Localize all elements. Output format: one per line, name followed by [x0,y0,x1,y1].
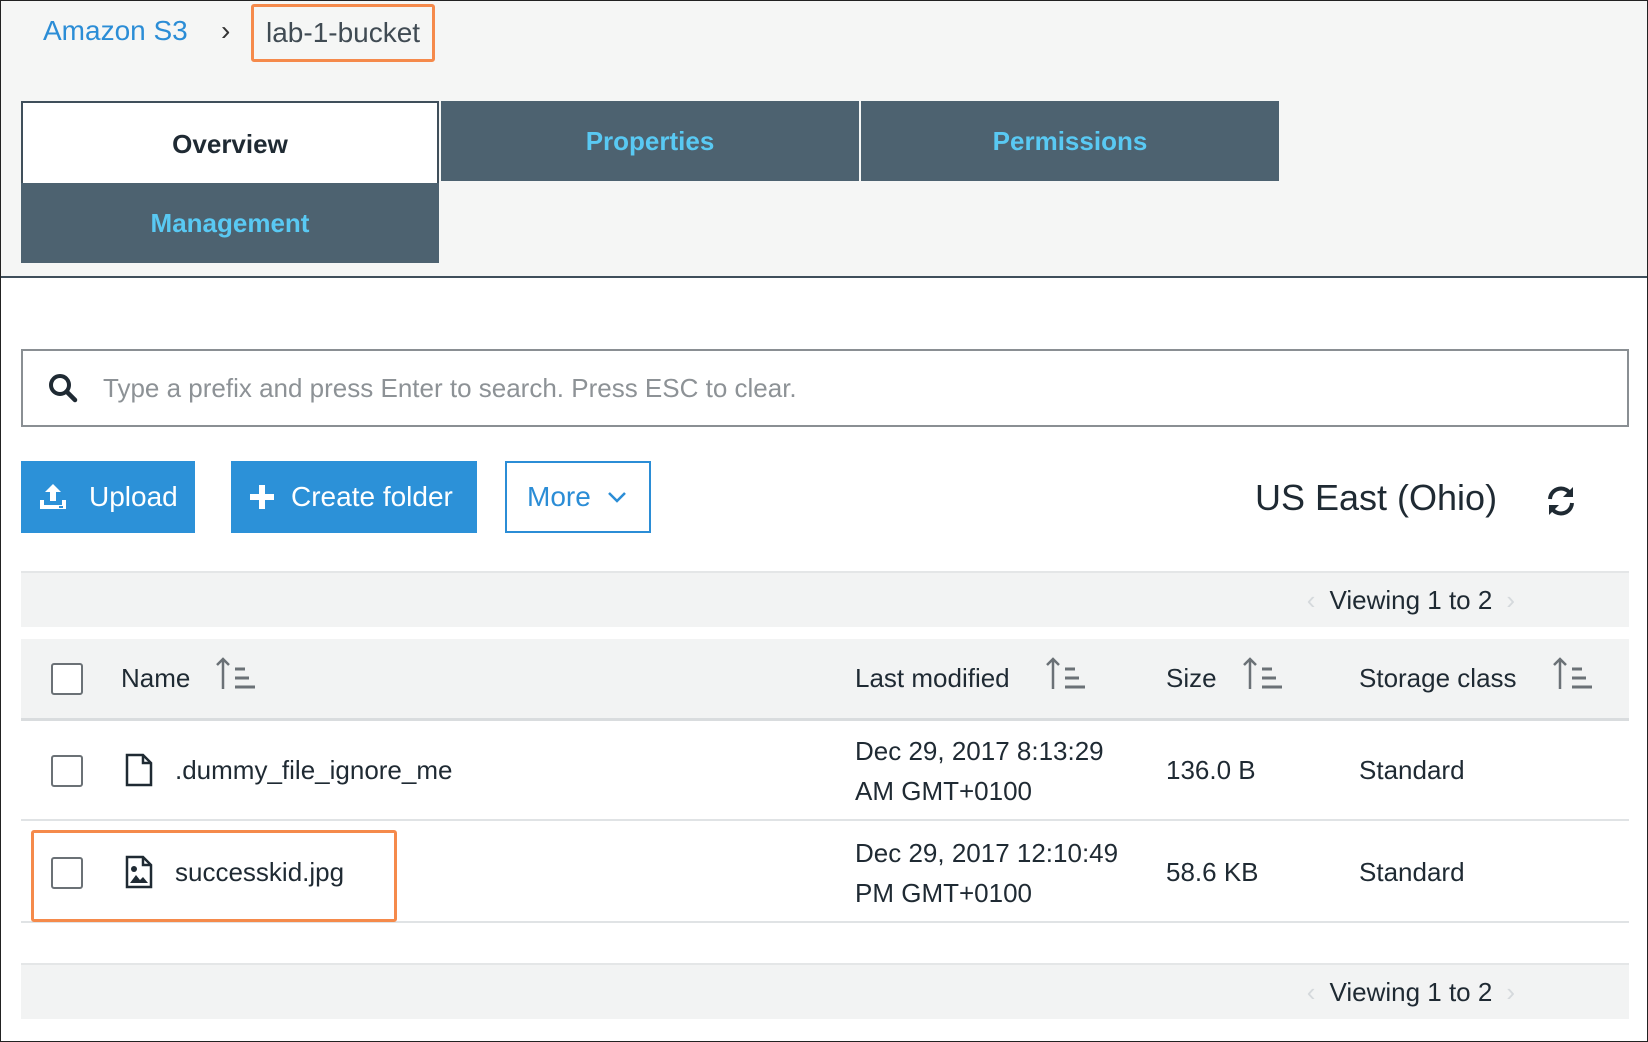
search-input[interactable] [103,358,1627,418]
search-box [21,349,1629,427]
pager-prev-icon[interactable]: ‹ [1307,585,1316,616]
create-folder-label: Create folder [291,481,453,512]
s3-bucket-view: Amazon S3 › lab-1-bucket Overview Proper… [0,0,1648,1042]
tab-management[interactable]: Management [21,183,439,263]
last-modified-line1: Dec 29, 2017 8:13:29 [855,736,1104,766]
row-checkbox[interactable] [51,857,83,889]
last-modified-line2: AM GMT+0100 [855,776,1033,806]
pager-bottom: ‹ Viewing 1 to 2 › [21,963,1629,1019]
pager-next-icon[interactable]: › [1506,977,1515,1008]
more-dropdown-button[interactable]: More [505,461,651,533]
breadcrumb-current-bucket: lab-1-bucket [251,4,436,62]
region-label: US East (Ohio) [1255,477,1498,518]
storage-class: Standard [1359,857,1465,887]
file-name[interactable]: successkid.jpg [175,857,344,888]
file-name[interactable]: .dummy_file_ignore_me [175,755,452,786]
more-label: More [527,481,591,512]
column-name[interactable]: Name [121,663,190,694]
select-all-checkbox[interactable] [51,663,83,695]
header-band: Amazon S3 › lab-1-bucket Overview Proper… [1,1,1647,278]
last-modified-line1: Dec 29, 2017 12:10:49 [855,838,1119,868]
pager-range: Viewing 1 to 2 [1329,585,1493,615]
row-checkbox[interactable] [51,755,83,787]
tab-properties[interactable]: Properties [441,101,859,181]
sort-icon[interactable] [215,655,257,693]
last-modified-line2: PM GMT+0100 [855,878,1033,908]
document-icon [125,753,153,787]
tab-overview[interactable]: Overview [21,101,439,185]
sort-icon[interactable] [1242,655,1284,693]
column-storage-class[interactable]: Storage class [1359,663,1517,694]
pager-top: ‹ Viewing 1 to 2 › [21,571,1629,627]
breadcrumb-amazon-s3[interactable]: Amazon S3 [43,15,188,47]
breadcrumb-separator-icon: › [221,15,231,46]
sort-icon[interactable] [1552,655,1594,693]
file-size: 136.0 B [1166,755,1256,785]
table-row[interactable]: .dummy_file_ignore_me Dec 29, 2017 8:13:… [21,721,1629,821]
tab-permissions[interactable]: Permissions [861,101,1279,181]
refresh-icon[interactable] [1544,484,1578,518]
table-header: Name Last modified Size Storage class [21,639,1629,721]
storage-class: Standard [1359,755,1465,785]
pager-range: Viewing 1 to 2 [1329,977,1493,1007]
chevron-down-icon [607,492,626,503]
table-row[interactable]: successkid.jpg Dec 29, 2017 12:10:49 PM … [21,823,1629,923]
column-last-modified[interactable]: Last modified [855,663,1010,694]
create-folder-button[interactable]: Create folder [231,461,477,533]
upload-button[interactable]: Upload [21,461,195,533]
plus-icon [250,485,274,509]
pager-next-icon[interactable]: › [1506,585,1515,616]
pager-prev-icon[interactable]: ‹ [1307,977,1316,1008]
file-size: 58.6 KB [1166,857,1259,887]
sort-icon[interactable] [1045,655,1087,693]
search-icon [49,374,78,403]
image-file-icon [125,855,153,889]
upload-icon [40,484,66,509]
column-size[interactable]: Size [1166,663,1217,694]
upload-label: Upload [89,481,178,512]
